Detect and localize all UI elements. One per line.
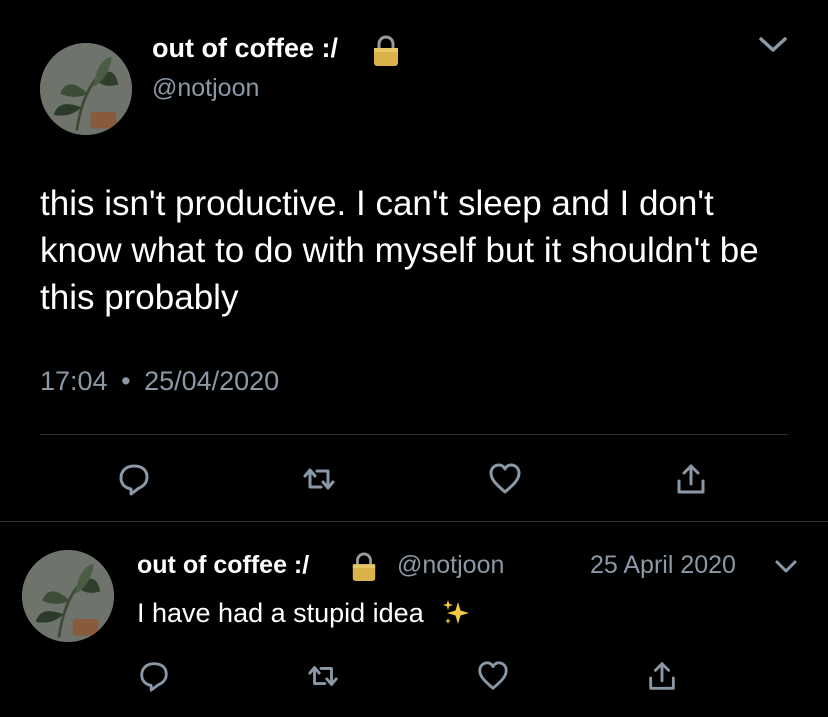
lock-icon [371, 34, 401, 68]
retweet-icon[interactable] [301, 461, 337, 497]
lock-icon [350, 551, 378, 583]
tweet-text: this isn't productive. I can't sleep and… [40, 184, 759, 317]
avatar[interactable] [40, 43, 132, 135]
share-icon[interactable] [645, 659, 679, 693]
heart-icon[interactable] [487, 461, 523, 497]
username-handle[interactable]: @notjoon [397, 551, 504, 580]
chevron-down-icon[interactable] [756, 33, 790, 57]
retweet-icon[interactable] [306, 659, 340, 693]
chevron-down-icon[interactable] [773, 558, 799, 576]
divider [40, 434, 788, 435]
divider [0, 521, 828, 522]
tweet-text: I have had a stupid idea [137, 598, 471, 629]
tweet-time: 17:04 [40, 366, 108, 396]
tweet-timestamp[interactable]: 17:04 • 25/04/2020 [40, 366, 279, 397]
reply-icon[interactable] [137, 659, 171, 693]
tweet-date: 25/04/2020 [144, 366, 280, 396]
tweet-text-content: I have had a stupid idea [137, 598, 424, 628]
avatar[interactable] [22, 550, 114, 642]
tweet-date[interactable]: 25 April 2020 [590, 551, 736, 580]
display-name[interactable]: out of coffee :/ [137, 551, 309, 580]
reply-icon[interactable] [116, 461, 152, 497]
sparkles-emoji [441, 598, 471, 628]
display-name[interactable]: out of coffee :/ [152, 33, 338, 64]
heart-icon[interactable] [476, 659, 510, 693]
share-icon[interactable] [673, 461, 709, 497]
meta-separator: • [121, 366, 131, 396]
username-handle[interactable]: @notjoon [152, 74, 259, 103]
